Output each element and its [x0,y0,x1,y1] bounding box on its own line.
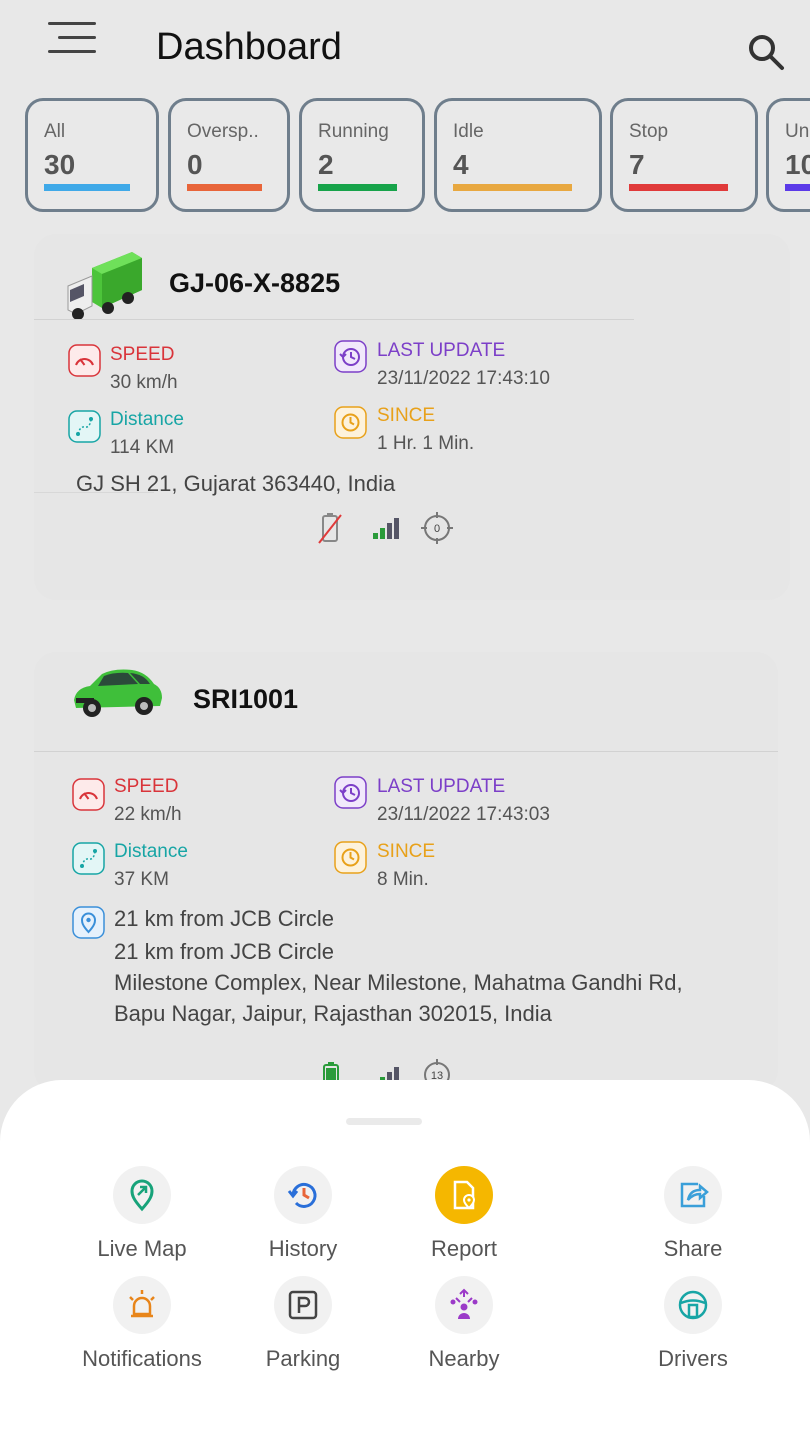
distance-value: 114 KM [110,437,175,458]
filter-chip-stop[interactable]: Stop 7 [610,98,758,212]
filter-chip-overspeed[interactable]: Oversp.. 0 [168,98,290,212]
vehicle-name: GJ-06-X-8825 [169,268,341,298]
action-label: Parking [265,1346,341,1371]
location-pin-icon [72,906,105,939]
filter-count: 7 [629,149,645,180]
nearest-landmark: 21 km from JCB Circle [114,906,335,931]
gps-satellite-icon: 0 [421,512,453,544]
alarm-bell-icon [113,1276,171,1334]
last-update-label: LAST UPDATE [377,340,506,361]
speed-label: SPEED [114,776,179,797]
sheet-drag-handle[interactable] [346,1118,422,1125]
route-icon [68,410,101,443]
parking-button[interactable]: Parking [228,1276,378,1372]
action-label: Nearby [428,1346,500,1371]
clock-icon [334,841,367,874]
filter-count: 2 [318,149,334,180]
report-button[interactable]: Report [389,1166,539,1262]
filter-color-bar [187,184,262,191]
vehicle-address: Milestone Complex, Near Milestone, Mahat… [114,970,683,995]
action-label: Report [430,1236,498,1261]
satellite-count: 0 [434,523,440,535]
speed-value: 30 km/h [110,372,178,393]
filter-color-bar [629,184,728,191]
filter-count: 10 [785,149,810,180]
vehicle-address: GJ SH 21, Gujarat 363440, India [76,471,396,496]
share-button[interactable]: Share [618,1166,768,1262]
distance-label: Distance [110,409,184,430]
action-label: History [268,1236,338,1261]
parking-icon [274,1276,332,1334]
divider [34,751,778,752]
since-value: 1 Hr. 1 Min. [377,433,475,454]
history-button[interactable]: History [228,1166,378,1262]
steering-wheel-icon [664,1276,722,1334]
last-update-value: 23/11/2022 17:43:03 [377,804,550,825]
truck-icon [67,252,142,320]
filter-label: Idle [453,121,484,142]
vehicle-card[interactable]: GJ-06-X-8825 SPEED 30 km/h LAST UPDATE 2… [34,234,790,600]
since-value: 8 Min. [377,869,429,890]
vehicle-card[interactable]: SRI1001 SPEED 22 km/h LAST UPDATE 23/11/… [34,652,778,1092]
action-bottom-sheet: Live Map History Report Share Notificati… [0,1080,810,1440]
filter-count: 30 [44,149,76,180]
page-title: Dashboard [156,26,342,68]
filter-label: Oversp.. [187,121,259,142]
notifications-button[interactable]: Notifications [67,1276,217,1372]
speed-label: SPEED [110,344,175,365]
filter-label: Stop [629,121,669,142]
search-icon[interactable] [746,32,786,72]
nearest-landmark: 21 km from JCB Circle [114,939,335,964]
speedometer-icon [72,778,105,811]
filter-chip-running[interactable]: Running 2 [299,98,425,212]
history-icon [334,776,367,809]
app-bar: Dashboard [0,0,810,96]
filter-color-bar [44,184,130,191]
action-label: Notifications [82,1346,202,1371]
vehicle-address: Bapu Nagar, Jaipur, Rajasthan 302015, In… [114,1001,552,1026]
divider [34,492,154,493]
since-label: SINCE [377,405,436,426]
divider [34,319,634,320]
last-update-label: LAST UPDATE [377,776,506,797]
drivers-button[interactable]: Drivers [618,1276,768,1372]
speedometer-icon [68,344,101,377]
live-map-button[interactable]: Live Map [67,1166,217,1262]
action-label: Live Map [97,1236,187,1261]
menu-icon[interactable] [46,20,98,56]
speed-value: 22 km/h [114,804,182,825]
live-map-pin-icon [113,1166,171,1224]
filter-color-bar [785,184,810,191]
filter-count: 0 [187,149,203,180]
vehicle-name: SRI1001 [193,684,299,714]
distance-value: 37 KM [114,869,169,890]
history-icon [334,340,367,373]
filter-color-bar [318,184,397,191]
nearby-people-icon [435,1276,493,1334]
since-label: SINCE [377,841,436,862]
status-filter-bar: All 30 Oversp.. 0 Running 2 Idle 4 Stop … [0,98,810,214]
filter-chip-idle[interactable]: Idle 4 [434,98,602,212]
filter-color-bar [453,184,572,191]
nearby-button[interactable]: Nearby [389,1276,539,1372]
history-clock-icon [274,1166,332,1224]
action-label: Drivers [658,1346,728,1371]
filter-label: Running [318,121,389,142]
filter-label: All [44,121,66,142]
last-update-value: 23/11/2022 17:43:10 [377,368,550,389]
report-document-icon [435,1166,493,1224]
signal-icon [373,518,399,539]
filter-chip-unreachable[interactable]: Un 10 [766,98,810,212]
distance-label: Distance [114,841,188,862]
filter-chip-all[interactable]: All 30 [25,98,159,212]
action-label: Share [663,1236,723,1261]
route-icon [72,842,105,875]
share-arrow-icon [664,1166,722,1224]
clock-icon [334,406,367,439]
filter-count: 4 [453,149,469,180]
battery-disconnected-icon [318,513,342,544]
car-icon [74,669,162,717]
filter-label: Un [785,121,810,142]
